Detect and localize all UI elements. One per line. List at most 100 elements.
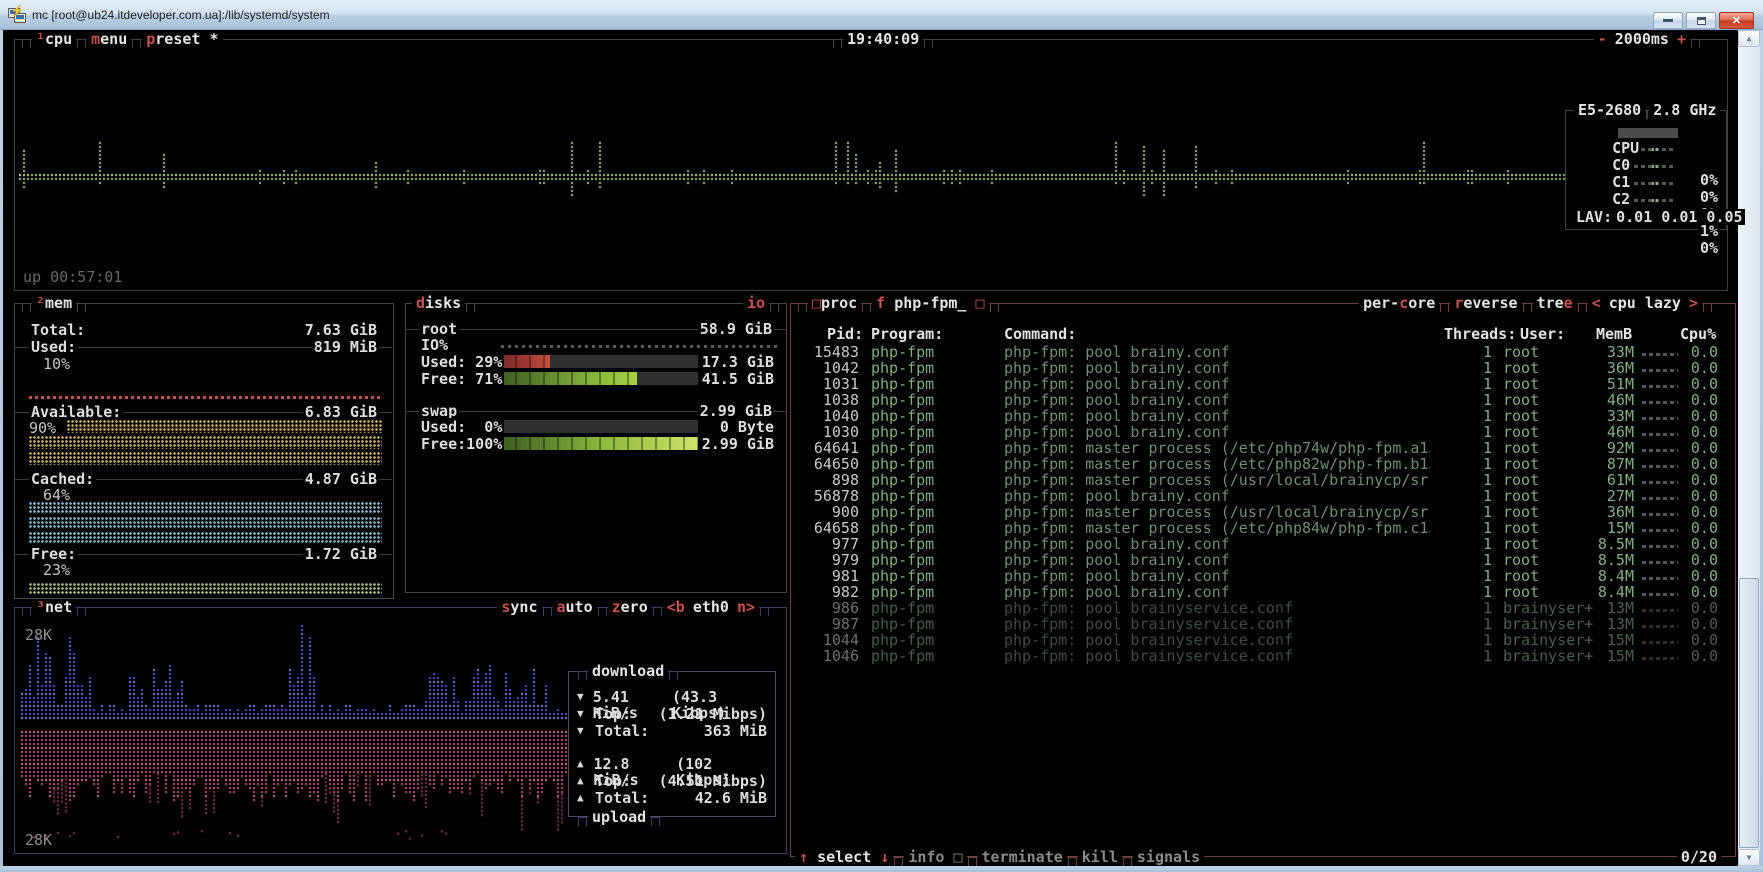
interface-prev-button[interactable]: <b (663, 599, 689, 615)
mem-total-label: Total: (29, 322, 87, 338)
minimize-icon (1663, 19, 1673, 22)
corner-tick (578, 817, 587, 826)
process-row[interactable]: 986php-fpmphp-fpm: pool brainyservice.co… (793, 600, 1733, 616)
cpu-info-panel: E5-2680 2.8 GHz CPU 0% C0 0% C1 0% C2 1%… (1565, 110, 1727, 230)
net-auto-toggle[interactable]: auto (553, 599, 597, 615)
menu-button[interactable]: menu (87, 31, 131, 47)
load-average-label: LAV: (1574, 209, 1614, 225)
process-row[interactable]: 1044php-fpmphp-fpm: pool brainyservice.c… (793, 632, 1733, 648)
mem-used-percent: 10% (43, 356, 70, 372)
title-bar[interactable]: ⚡ mc [root@ub24.itdeveloper.com.ua]:/lib… (0, 0, 1763, 30)
process-row[interactable]: 1046php-fpmphp-fpm: pool brainyservice.c… (793, 648, 1733, 664)
corner-tick (543, 607, 552, 616)
cpu-total-meter (1618, 128, 1678, 138)
process-row[interactable]: 1040php-fpmphp-fpm: pool brainy.conf1roo… (793, 408, 1733, 424)
net-sync-toggle[interactable]: sync (497, 599, 541, 615)
cpu-graph-canvas (19, 140, 1721, 228)
core-label: C1 (1610, 173, 1632, 191)
net-scale-bottom: 28K (25, 832, 52, 848)
mem-free-value: 1.72 GiB (303, 546, 379, 562)
disks-box-title[interactable]: disks (412, 295, 465, 311)
mem-available-graph (67, 420, 382, 433)
process-row[interactable]: 64650php-fpmphp-fpm: master process (/et… (793, 456, 1733, 472)
disk-swap-used-value: 0 Byte (718, 418, 776, 436)
window-title: mc [root@ub24.itdeveloper.com.ua]:/lib/s… (32, 7, 330, 23)
io-toggle[interactable]: io (743, 295, 769, 311)
core-value: 0% (1698, 189, 1720, 205)
corner-tick (132, 39, 141, 48)
corner-tick (760, 607, 769, 616)
disk-swap-free-meter (489, 437, 698, 450)
down-arrow-icon: ▼ (577, 689, 593, 705)
upload-top-value: (4.51 Mibps) (659, 773, 767, 789)
scroll-up-icon: ▲ (1747, 31, 1752, 47)
cpu-box-title[interactable]: ¹cpu (32, 31, 76, 47)
corner-tick (770, 303, 779, 312)
net-box-title[interactable]: ³net (32, 599, 76, 615)
signals-button[interactable]: signals (1133, 849, 1204, 865)
corner-tick (924, 39, 933, 48)
upload-title: upload (588, 809, 650, 825)
mem-box-title[interactable]: ²mem (32, 295, 76, 311)
terminate-button[interactable]: terminate (978, 849, 1067, 865)
disk-root-free-label: Free: 71% (419, 370, 504, 388)
process-row[interactable]: 64641php-fpmphp-fpm: master process (/et… (793, 440, 1733, 456)
download-top-label: Top: (595, 706, 631, 722)
process-row[interactable]: 898php-fpmphp-fpm: master process (/usr/… (793, 472, 1733, 488)
process-panel: □proc f php-fpm_ □ per-core reverse tree… (790, 303, 1736, 857)
process-row[interactable]: 15483php-fpmphp-fpm: pool brainy.conf1ro… (793, 344, 1733, 360)
net-zero-toggle[interactable]: zero (608, 599, 652, 615)
disk-swap-name: swap (419, 403, 459, 419)
close-button[interactable]: ✕ (1719, 12, 1754, 29)
interface-next-button[interactable]: n> (733, 599, 759, 615)
upload-speed-bits: (102 Kibps) (676, 756, 767, 772)
close-icon: ✕ (1732, 13, 1741, 29)
mem-available-graph (29, 452, 382, 465)
process-row[interactable]: 987php-fpmphp-fpm: pool brainyservice.co… (793, 616, 1733, 632)
scrollbar-thumb[interactable] (1739, 578, 1759, 848)
process-row[interactable]: 56878php-fpmphp-fpm: pool brainy.conf1ro… (793, 488, 1733, 504)
minimize-button[interactable] (1653, 12, 1683, 29)
process-row[interactable]: 1030php-fpmphp-fpm: pool brainy.conf1roo… (793, 424, 1733, 440)
corner-tick (1068, 857, 1077, 866)
disk-root-size: 58.9 GiB (698, 321, 774, 337)
interval-minus-button[interactable]: - (1594, 31, 1611, 47)
interval-plus-button[interactable]: + (1673, 31, 1690, 47)
process-row[interactable]: 900php-fpmphp-fpm: master process (/usr/… (793, 504, 1733, 520)
download-speed-bits: (43.3 Kibps) (672, 689, 767, 705)
process-row[interactable]: 1042php-fpmphp-fpm: pool brainy.conf1roo… (793, 360, 1733, 376)
corner-tick (22, 39, 31, 48)
cpu-total-value: 0% (1698, 172, 1720, 188)
restore-button[interactable] (1686, 12, 1716, 29)
disk-swap-free-label: Free:100% (419, 435, 504, 453)
restore-icon (1697, 17, 1706, 25)
scrollbar[interactable]: ▲ ▼ (1738, 30, 1760, 866)
corner-tick (669, 671, 678, 680)
select-control[interactable]: ↑ select ↓ (795, 849, 893, 865)
scroll-down-button[interactable]: ▼ (1738, 849, 1760, 866)
process-row[interactable]: 979php-fpmphp-fpm: pool brainy.conf1root… (793, 552, 1733, 568)
scroll-up-button[interactable]: ▲ (1738, 30, 1760, 47)
kill-button[interactable]: kill (1078, 849, 1122, 865)
mem-cached-graph (29, 502, 382, 514)
process-row[interactable]: 977php-fpmphp-fpm: pool brainy.conf1root… (793, 536, 1733, 552)
disks-panel: disks io root58.9 GiB IO% Used: 29% 17.3… (405, 303, 787, 593)
corner-tick (894, 857, 903, 866)
process-row[interactable]: 981php-fpmphp-fpm: pool brainy.conf1root… (793, 568, 1733, 584)
download-speed: 5.41 KiB/s (593, 689, 672, 705)
info-button[interactable]: info □ (904, 849, 966, 865)
upload-total-label: Total: (595, 790, 649, 806)
corner-tick (968, 857, 977, 866)
process-row[interactable]: 64658php-fpmphp-fpm: master process (/et… (793, 520, 1733, 536)
mem-total-value: 7.63 GiB (303, 322, 379, 338)
process-row[interactable]: 1038php-fpmphp-fpm: pool brainy.conf1roo… (793, 392, 1733, 408)
core-value: 0% (1698, 240, 1720, 256)
process-row[interactable]: 1031php-fpmphp-fpm: pool brainy.conf1roo… (793, 376, 1733, 392)
corner-tick (22, 303, 31, 312)
up-arrow-icon: ▲ (577, 790, 595, 806)
core-label: C0 (1610, 156, 1632, 174)
process-row[interactable]: 982php-fpmphp-fpm: pool brainy.conf1root… (793, 584, 1733, 600)
download-total-label: Total: (595, 723, 649, 739)
mem-cached-percent: 64% (43, 487, 70, 503)
preset-button[interactable]: preset * (142, 31, 222, 47)
